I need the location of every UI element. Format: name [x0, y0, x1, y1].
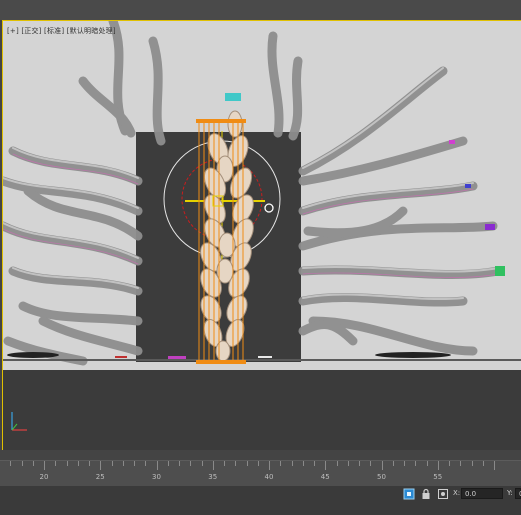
y-axis-label: Y: [507, 489, 513, 497]
timeline-tick [336, 461, 338, 466]
timeline-tick-label: 40 [264, 473, 274, 481]
strand-end-marker [465, 184, 471, 188]
x-axis-label: X: [453, 489, 461, 497]
timeline-tick [246, 461, 248, 466]
timeline-tick-label: 55 [433, 473, 443, 481]
ground-line [3, 359, 521, 361]
timeline-tick [77, 461, 79, 466]
timeline-tick [156, 461, 158, 470]
timeline-tick [347, 461, 349, 466]
timeline-tick [212, 461, 214, 470]
timeline-tick [471, 461, 473, 466]
timeline-tick [381, 461, 383, 470]
braid-segment [215, 340, 231, 362]
timeline-tick [89, 461, 90, 466]
orthographic-viewport[interactable]: [+] [正交] [标准] [默认明暗处理] [2, 20, 521, 370]
timeline-tick [10, 461, 12, 466]
timeline-tick [21, 461, 23, 466]
strand-end-marker [495, 266, 505, 276]
timeline-tick [111, 461, 113, 466]
lower-viewport-panel[interactable] [2, 370, 521, 450]
timeline-tick-label: 45 [320, 473, 330, 481]
y-coordinate-field[interactable]: 0 [515, 488, 521, 499]
timeline-tick [291, 461, 293, 466]
hair-strand [78, 76, 136, 138]
timeline-tick [190, 461, 192, 466]
timeline-tick [460, 461, 462, 466]
timeline-tick [482, 461, 484, 466]
hair-strand [288, 56, 303, 141]
timeline-tick [494, 461, 495, 470]
lock-icon[interactable] [420, 488, 432, 500]
viewport-label[interactable]: [+] [正交] [标准] [默认明暗处理] [7, 26, 116, 36]
timeline-tick [314, 461, 315, 466]
hair-strand [3, 336, 88, 366]
selection-icon[interactable] [437, 488, 449, 500]
timeline-tick [145, 461, 147, 466]
timeline-tick [100, 461, 102, 470]
ground-marker [168, 356, 186, 359]
timeline-tick [280, 461, 282, 466]
timeline-tick-label: 35 [208, 473, 218, 481]
guide-vertex [196, 119, 246, 123]
timeline-tick [179, 461, 180, 466]
viewport-toolbar-strip [0, 0, 521, 20]
timeline-tick [235, 461, 237, 466]
timeline-tick [415, 461, 417, 466]
hair-strand [3, 176, 143, 216]
timeline-tick [44, 461, 45, 470]
hair-strand [148, 36, 166, 146]
scene-render [3, 21, 521, 366]
isolate-icon[interactable] [403, 488, 415, 500]
strand-end-marker [449, 140, 455, 144]
hair-strand [267, 31, 284, 138]
timeline-tick-label: 25 [95, 473, 105, 481]
timeline-tick [201, 461, 203, 466]
timeline-tick [122, 461, 124, 466]
timeline-tick [66, 461, 68, 466]
timeline-tick-label: 50 [377, 473, 386, 481]
timeline-tick [370, 461, 372, 466]
timeline-tick-label: 20 [39, 473, 49, 481]
timeline-tick [167, 461, 169, 466]
strand-end-marker [225, 93, 241, 101]
ground-marker [115, 356, 127, 358]
timeline-tick [359, 461, 360, 466]
hair-strand [38, 316, 143, 356]
x-coordinate-field[interactable]: 0.0 [461, 488, 503, 499]
braid-segment [227, 110, 243, 138]
timeline-tick [437, 461, 439, 470]
timeline-tick [269, 461, 270, 470]
timeline-tick [392, 461, 394, 466]
timeline-tick [224, 461, 225, 466]
timeline-tick [426, 461, 428, 466]
timeline-tick [32, 461, 34, 466]
ground-shadow [375, 352, 451, 358]
axis-gizmo-icon [11, 412, 27, 431]
timeline-tick [134, 461, 135, 466]
timeline-tick [404, 461, 405, 466]
timeline-tick [449, 461, 450, 466]
strand-end-marker [485, 224, 495, 230]
timeline-tick [302, 461, 304, 466]
timeline-tick [325, 461, 327, 470]
guide-vertex [196, 360, 246, 364]
timeline-tick-label: 30 [152, 473, 161, 481]
ground-marker [258, 356, 272, 358]
timeline-ruler[interactable]: 20 25 30 35 40 45 50 55 [0, 460, 521, 487]
timeline-tick [257, 461, 259, 466]
status-bar: X: 0.0 Y: 0 [0, 486, 521, 515]
ground-shadow [7, 352, 59, 358]
timeline-tick [55, 461, 57, 466]
